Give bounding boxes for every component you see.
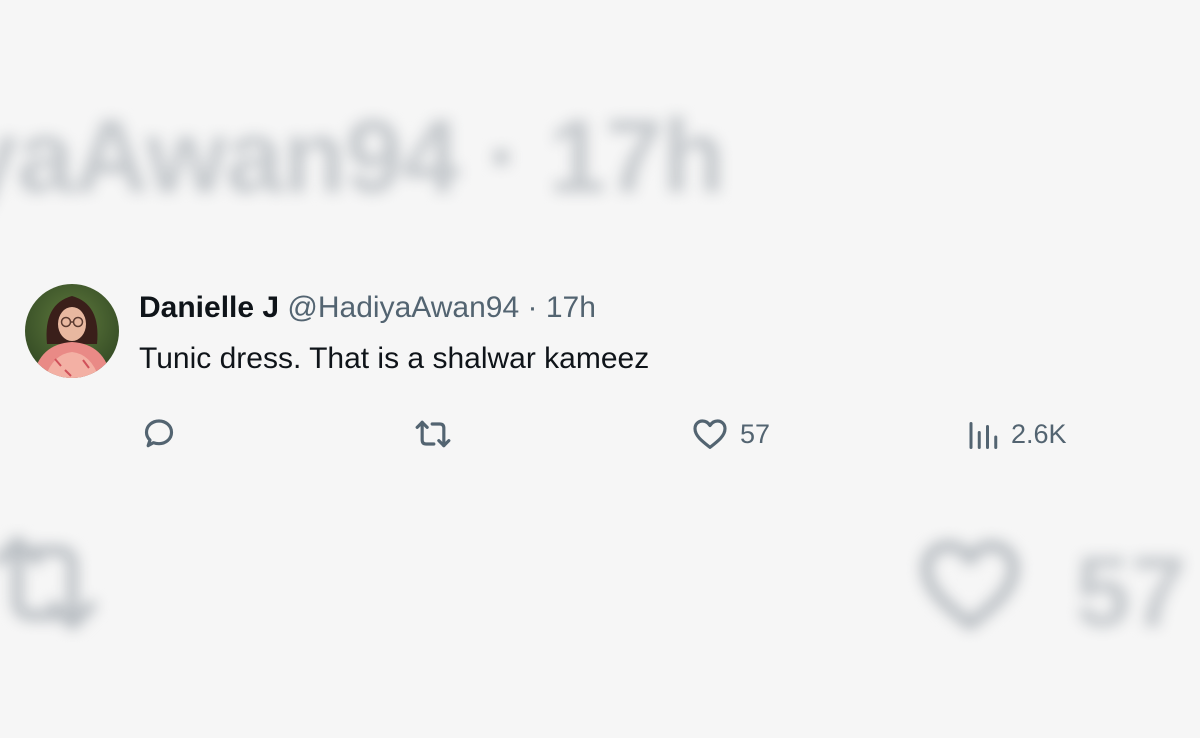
reply-icon <box>144 419 174 448</box>
views-chart-icon <box>969 422 998 449</box>
display-name[interactable]: Danielle J <box>139 291 279 324</box>
profile-photo-icon <box>25 284 119 378</box>
views-button[interactable]: 2.6K <box>965 414 1067 454</box>
tweet-text: Tunic dress. That is a shalwar kameez <box>139 342 650 375</box>
like-count: 57 <box>740 418 771 449</box>
separator-dot: · <box>527 291 538 324</box>
views-count: 2.6K <box>1011 418 1067 449</box>
tweet: Danielle J @HadiyaAwan94 · 17h Tunic dre… <box>0 0 1200 738</box>
timestamp[interactable]: 17h <box>546 291 596 324</box>
avatar[interactable] <box>25 284 119 378</box>
like-button[interactable]: 57 <box>690 414 770 454</box>
retweet-button[interactable] <box>410 414 456 454</box>
retweet-icon <box>415 420 451 448</box>
heart-icon <box>693 419 727 449</box>
tweet-header: Danielle J @HadiyaAwan94 · 17h <box>139 291 596 325</box>
user-handle[interactable]: @HadiyaAwan94 <box>287 291 519 324</box>
reply-button[interactable] <box>138 414 180 454</box>
